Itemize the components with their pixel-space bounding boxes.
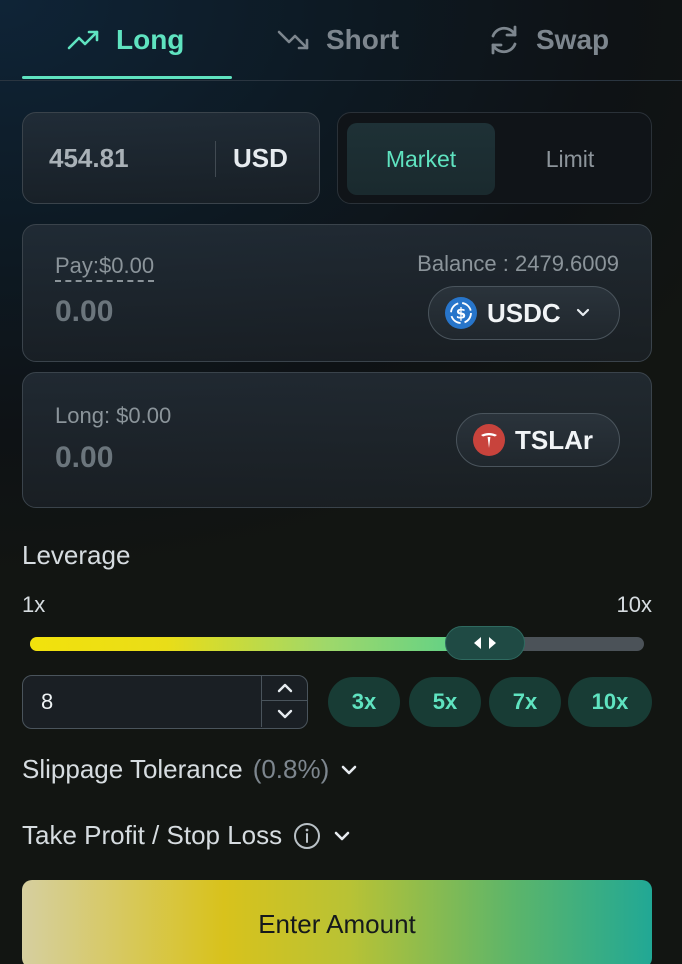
slippage-toggle[interactable]: Slippage Tolerance (0.8%) [22,754,359,785]
drag-arrows-icon [474,637,497,649]
active-tab-indicator [22,76,232,79]
preset-5x-button[interactable]: 5x [409,677,481,727]
tab-long-label: Long [116,24,185,55]
tab-long[interactable]: Long [66,0,184,80]
enter-amount-button[interactable]: Enter Amount [22,880,652,964]
enter-amount-label: Enter Amount [258,908,416,939]
leverage-slider-fill [30,637,486,651]
long-card: Long: $0.00 0.00 TSLAr [22,372,652,508]
leverage-max-label: 10x [616,592,652,617]
pay-token-selector[interactable]: $ USDC [428,286,620,340]
stepper-buttons [261,676,308,727]
chevron-down-icon [277,709,293,718]
tesla-icon [473,424,505,456]
leverage-slider-thumb[interactable] [445,626,526,660]
tab-swap[interactable]: Swap [486,0,609,80]
chevron-down-icon [576,308,589,317]
trade-tabs: Long Short Swap [0,0,682,81]
leverage-slider-track[interactable] [30,637,644,651]
info-icon[interactable] [292,821,322,851]
slippage-value: (0.8%) [252,754,330,784]
preset-3x-button[interactable]: 3x [328,677,400,727]
chevron-down-icon [334,831,350,840]
price-unit: USD [233,143,288,173]
price-divider [215,141,216,177]
trend-up-icon [67,30,99,50]
preset-10x-button[interactable]: 10x [568,677,652,727]
long-token-selector[interactable]: TSLAr [456,413,620,467]
tpsl-toggle[interactable]: Take Profit / Stop Loss [22,820,352,851]
long-token-label: TSLAr [515,424,593,455]
svg-text:$: $ [456,305,466,323]
long-amount-input[interactable]: 0.00 [55,441,113,475]
slippage-label: Slippage Tolerance [22,754,243,784]
long-label: Long: $0.00 [55,403,172,428]
tab-swap-label: Swap [536,24,610,55]
limit-button[interactable]: Limit [496,123,644,195]
pay-label: Pay:$0.00 [55,253,155,282]
refresh-icon [491,25,517,55]
leverage-input-value[interactable]: 8 [41,689,53,715]
pay-card: Pay:$0.00 0.00 Balance : 2479.6009 $ USD… [22,224,652,362]
pay-token-label: USDC [487,297,561,328]
balance-text: Balance : 2479.6009 [417,251,619,276]
leverage-input[interactable]: 8 [22,675,308,729]
limit-price-field[interactable]: 454.81 USD [22,112,320,204]
pay-amount-input[interactable]: 0.00 [55,295,113,329]
decrement-button[interactable] [262,701,308,726]
market-button[interactable]: Market [347,123,495,195]
trend-down-icon [277,30,309,50]
tab-short-label: Short [326,24,400,55]
order-type-toggle: Market Limit [337,112,652,204]
usdc-icon: $ [445,297,477,329]
price-value: 454.81 [49,143,129,173]
tpsl-label: Take Profit / Stop Loss [22,820,283,850]
chevron-down-icon [341,765,357,774]
leverage-title: Leverage [22,540,131,570]
chevron-up-icon [277,683,293,693]
increment-button[interactable] [262,676,308,701]
leverage-min-label: 1x [22,592,46,617]
preset-7x-button[interactable]: 7x [489,677,561,727]
tab-short[interactable]: Short [276,0,399,80]
